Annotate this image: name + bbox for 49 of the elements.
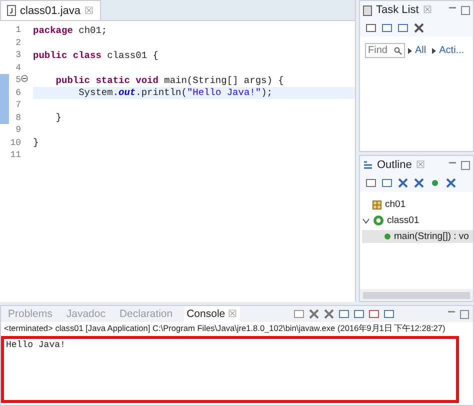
- process-status: <terminated> class01 [Java Application] C:\Program Files\Java\jre1.8.0_102\bin\javaw.exe (2016年9月1日 下午12:28:27): [3, 322, 446, 335]
- x-icon[interactable]: [413, 177, 425, 189]
- line-number: 2: [14, 38, 21, 48]
- panel-title[interactable]: Task List: [376, 4, 419, 16]
- line-number: 3: [14, 50, 21, 60]
- x-icon[interactable]: [397, 177, 409, 189]
- class-icon: [373, 215, 384, 226]
- filter-link[interactable]: All: [415, 45, 426, 56]
- line-number: 8: [14, 112, 21, 123]
- scrollbar[interactable]: [360, 289, 473, 301]
- code-line: public class class01 {: [33, 50, 158, 61]
- line-number: 5: [14, 75, 21, 86]
- editor-tab[interactable]: class01.java ☒: [0, 0, 101, 20]
- maximize-icon[interactable]: [461, 6, 470, 14]
- maximize-icon[interactable]: [461, 160, 470, 170]
- line-number: 4: [14, 62, 21, 73]
- chevron-down-icon[interactable]: [362, 216, 370, 224]
- file-icon: [7, 5, 16, 16]
- maximize-icon[interactable]: [460, 310, 469, 318]
- dot-icon: [384, 233, 391, 240]
- panel-title[interactable]: Outline: [377, 159, 412, 171]
- x-icon[interactable]: [308, 308, 320, 320]
- code-line: public static void main(String[] args) {: [54, 74, 284, 86]
- line-number: 10: [9, 138, 21, 148]
- package-icon: [372, 200, 382, 210]
- tree-item[interactable]: ch01: [385, 199, 406, 210]
- triangle-icon: [408, 48, 412, 54]
- find-field[interactable]: Find: [365, 43, 405, 58]
- code-line: System.out.println("Hello Java!");: [78, 87, 272, 98]
- dot-icon[interactable]: [429, 177, 441, 189]
- x-icon[interactable]: [445, 177, 457, 189]
- tree-item[interactable]: class01: [387, 215, 420, 226]
- line-number: 7: [14, 100, 21, 110]
- line-number: 6: [14, 88, 21, 98]
- code-line: }: [33, 137, 39, 148]
- code-line: package ch01;: [33, 24, 108, 36]
- tab-title: class01.java: [20, 4, 81, 16]
- view-tab[interactable]: Console ☒: [184, 306, 240, 322]
- outline-icon: [363, 160, 373, 170]
- code-line: }: [54, 112, 62, 124]
- filter-link[interactable]: Acti...: [439, 45, 464, 56]
- x-icon[interactable]: [322, 308, 335, 320]
- fold-icon[interactable]: [21, 75, 28, 82]
- x-icon[interactable]: [413, 22, 425, 34]
- line-number: 9: [14, 125, 21, 136]
- triangle-icon: [432, 48, 436, 54]
- console-output: Hello Java!: [1, 336, 459, 403]
- line-number: 1: [14, 25, 21, 36]
- line-number: 11: [9, 150, 21, 160]
